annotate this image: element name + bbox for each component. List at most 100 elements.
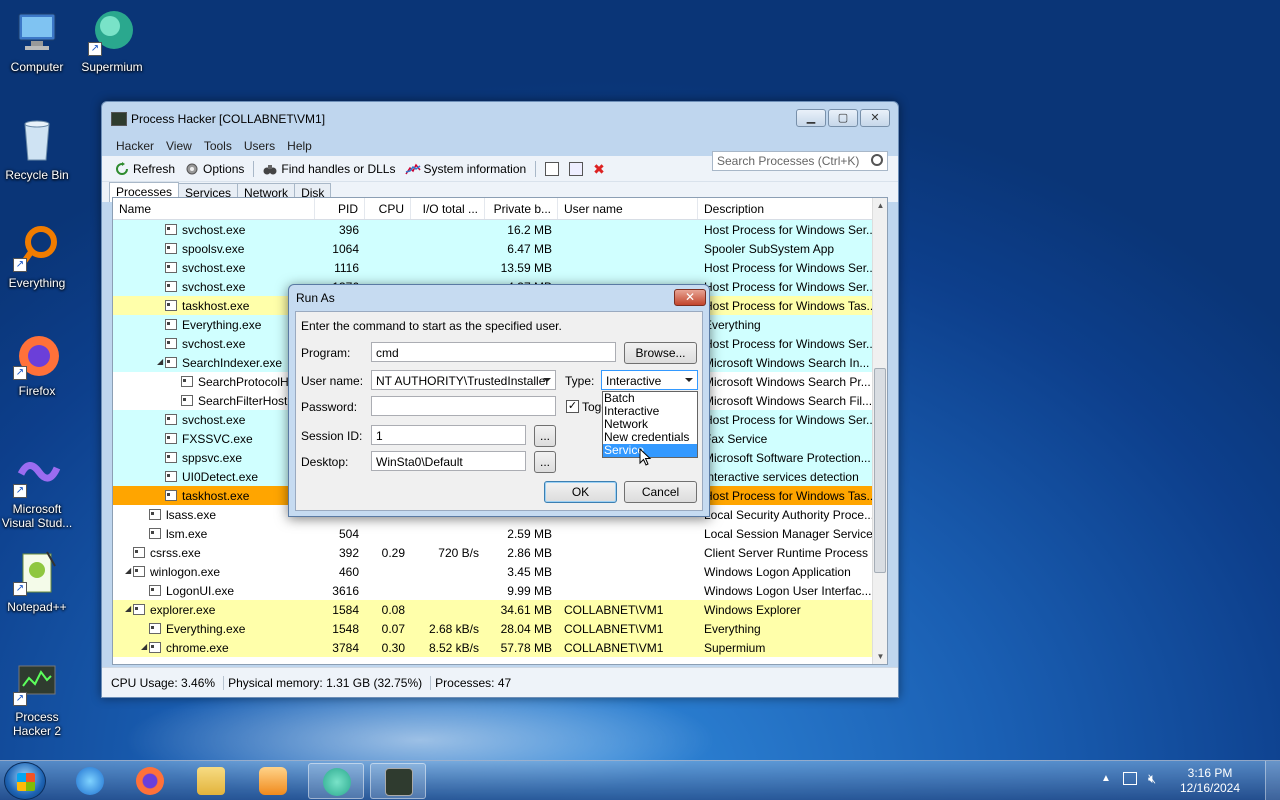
username-combobox[interactable]: NT AUTHORITY\TrustedInstaller bbox=[371, 370, 556, 390]
desktop-icon-everything[interactable]: ↗ Everything bbox=[0, 224, 77, 290]
program-input[interactable]: cmd bbox=[371, 342, 616, 362]
taskbar-firefox[interactable] bbox=[122, 763, 178, 799]
desktop-icon-firefox[interactable]: ↗ Firefox bbox=[0, 332, 77, 398]
process-priv-cell: 2.86 MB bbox=[507, 546, 552, 560]
find-window-button[interactable] bbox=[564, 161, 588, 176]
column-cpu[interactable]: CPU bbox=[365, 198, 411, 219]
scroll-down-icon[interactable]: ▼ bbox=[873, 649, 887, 664]
process-name: csrss.exe bbox=[150, 546, 201, 560]
process-desc-cell: Everything bbox=[704, 622, 761, 636]
desktop-icon-visual-studio[interactable]: ↗ Microsoft Visual Stud... bbox=[0, 450, 77, 530]
find-handles-label: Find handles or DLLs bbox=[281, 161, 396, 176]
menu-users[interactable]: Users bbox=[238, 136, 281, 156]
ok-button[interactable]: OK bbox=[544, 481, 617, 503]
password-input[interactable] bbox=[371, 396, 556, 416]
terminate-button[interactable]: ✖ bbox=[588, 162, 612, 176]
show-desktop-button[interactable] bbox=[1265, 761, 1280, 800]
table-row[interactable]: ◢ chrome.exe 3784 0.30 8.52 kB/s 57.78 MB COLL… bbox=[113, 638, 887, 657]
process-icon bbox=[149, 509, 161, 520]
process-name-cell: ◢ SearchIndexer.exe bbox=[113, 353, 315, 372]
username-value: NT AUTHORITY\TrustedInstaller bbox=[376, 374, 550, 388]
minimize-button[interactable]: ▁ bbox=[796, 109, 826, 127]
column-io-total[interactable]: I/O total ... bbox=[411, 198, 485, 219]
desktop-icon-computer[interactable]: Computer bbox=[0, 8, 77, 74]
taskbar-supermium[interactable] bbox=[308, 763, 364, 799]
type-combobox[interactable]: Interactive bbox=[601, 370, 698, 390]
table-row[interactable]: ◢ explorer.exe 1584 0.08 34.61 MB COLLABNET\V… bbox=[113, 600, 887, 619]
menu-hacker[interactable]: Hacker bbox=[110, 136, 160, 156]
browse-button[interactable]: Browse... bbox=[624, 342, 697, 364]
desktop-icon-recycle-bin[interactable]: Recycle Bin bbox=[0, 116, 77, 182]
gear-icon bbox=[185, 162, 199, 176]
vertical-scrollbar[interactable]: ▲ ▼ bbox=[872, 198, 887, 664]
find-handles-button[interactable]: Find handles or DLLs bbox=[258, 162, 400, 176]
clock[interactable]: 3:16 PM 12/16/2024 bbox=[1170, 766, 1250, 796]
taskbar-file-explorer[interactable] bbox=[183, 763, 239, 799]
volume-muted-icon[interactable]: 🔇︎ bbox=[1148, 771, 1156, 787]
table-row[interactable]: svchost.exe 1116 13.59 MB Host Process for … bbox=[113, 258, 887, 277]
process-hacker-icon bbox=[385, 768, 413, 796]
start-button[interactable] bbox=[4, 762, 46, 800]
expand-arrow-icon[interactable]: ◢ bbox=[125, 604, 131, 613]
dialog-close-button[interactable]: ✕ bbox=[674, 289, 706, 306]
process-user-cell bbox=[558, 258, 698, 277]
taskbar-internet-explorer[interactable] bbox=[62, 763, 118, 799]
refresh-button[interactable]: Refresh bbox=[110, 161, 180, 176]
desktop-icon-process-hacker[interactable]: ↗ Process Hacker 2 bbox=[0, 658, 77, 738]
process-user-cell bbox=[558, 581, 698, 600]
desktop-icon-notepad-plus-plus[interactable]: ↗ Notepad++ bbox=[0, 548, 77, 614]
expand-arrow-icon[interactable]: ◢ bbox=[125, 566, 131, 575]
process-desc-cell: Host Process for Windows Ser... bbox=[704, 261, 874, 275]
process-desc-cell: Local Security Authority Proce... bbox=[704, 508, 874, 522]
title-bar[interactable]: Process Hacker [COLLABNET\VM1] ▁ ▢ ✕ bbox=[102, 102, 898, 136]
options-button[interactable]: Options bbox=[180, 162, 249, 176]
toolbar-separator bbox=[535, 160, 537, 177]
taskbar-process-hacker[interactable] bbox=[370, 763, 426, 799]
taskbar-media-player[interactable] bbox=[245, 763, 301, 799]
expand-arrow-icon[interactable]: ◢ bbox=[141, 642, 147, 651]
menu-tools[interactable]: Tools bbox=[198, 136, 238, 156]
visual-studio-icon: ↗ bbox=[13, 450, 61, 498]
system-information-icon bbox=[405, 162, 422, 176]
desktop-icon-supermium[interactable]: ↗ Supermium bbox=[72, 8, 152, 74]
close-button[interactable]: ✕ bbox=[860, 109, 890, 127]
system-information-button[interactable]: System information bbox=[400, 162, 531, 176]
show-hidden-icons-icon[interactable]: ▲ bbox=[1101, 773, 1111, 784]
table-row[interactable]: LogonUI.exe 3616 9.99 MB Windows Logon User… bbox=[113, 581, 887, 600]
scrollbar-thumb[interactable] bbox=[874, 368, 886, 573]
maximize-button[interactable]: ▢ bbox=[828, 109, 858, 127]
desktop-browse-button[interactable]: ... bbox=[534, 451, 556, 473]
window-icon bbox=[545, 161, 560, 176]
menu-help[interactable]: Help bbox=[281, 136, 318, 156]
toggle-checkbox[interactable]: ✓ bbox=[566, 400, 579, 413]
process-priv-cell: 9.99 MB bbox=[507, 584, 552, 598]
window-toggle-button[interactable] bbox=[540, 161, 564, 176]
menu-view[interactable]: View bbox=[160, 136, 198, 156]
scroll-up-icon[interactable]: ▲ bbox=[873, 198, 887, 213]
process-icon bbox=[165, 338, 177, 349]
table-row[interactable]: spoolsv.exe 1064 6.47 MB Spooler SubSystem … bbox=[113, 239, 887, 258]
cancel-button[interactable]: Cancel bbox=[624, 481, 697, 503]
process-priv-cell: 3.45 MB bbox=[507, 565, 552, 579]
table-row[interactable]: lsm.exe 504 2.59 MB Local Session Manager S… bbox=[113, 524, 887, 543]
session-id-input[interactable]: 1 bbox=[371, 425, 526, 445]
desktop-input[interactable]: WinSta0\Default bbox=[371, 451, 526, 471]
process-desc-cell: Microsoft Windows Search Fil... bbox=[704, 394, 873, 408]
table-row[interactable]: ◢ winlogon.exe 460 3.45 MB Windows Logon App… bbox=[113, 562, 887, 581]
process-icon bbox=[165, 319, 177, 330]
column-description[interactable]: Description bbox=[698, 198, 874, 219]
search-processes-input[interactable]: Search Processes (Ctrl+K) bbox=[712, 151, 888, 171]
column-user-name[interactable]: User name bbox=[558, 198, 698, 219]
column-private-bytes[interactable]: Private b... bbox=[485, 198, 558, 219]
column-pid[interactable]: PID bbox=[315, 198, 365, 219]
process-io-cell bbox=[411, 258, 485, 277]
column-name[interactable]: Name bbox=[113, 198, 315, 219]
table-row[interactable]: svchost.exe 396 16.2 MB Host Process for Wi… bbox=[113, 220, 887, 239]
network-icon[interactable] bbox=[1123, 772, 1137, 785]
session-id-browse-button[interactable]: ... bbox=[534, 425, 556, 447]
table-row[interactable]: Everything.exe 1548 0.07 2.68 kB/s 28.04 MB C… bbox=[113, 619, 887, 638]
table-row[interactable]: csrss.exe 392 0.29 720 B/s 2.86 MB Client Ser… bbox=[113, 543, 887, 562]
close-icon: ✕ bbox=[870, 112, 880, 124]
expand-arrow-icon[interactable]: ◢ bbox=[157, 357, 163, 366]
shortcut-arrow-icon: ↗ bbox=[13, 582, 27, 596]
